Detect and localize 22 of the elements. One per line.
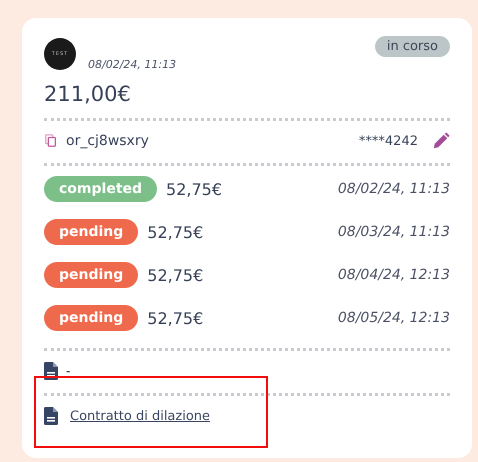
installment-date: 08/02/24, 11:13 xyxy=(338,181,450,197)
order-date: 08/02/24, 11:13 xyxy=(88,58,176,71)
contract-link[interactable]: Contratto di dilazione xyxy=(70,408,210,424)
status-badge: pending xyxy=(44,219,138,245)
document-icon xyxy=(44,407,58,425)
edit-icon[interactable] xyxy=(432,132,450,150)
installment-amount: 52,75€ xyxy=(166,180,222,198)
installment-amount: 52,75€ xyxy=(147,308,204,328)
copy-icon[interactable] xyxy=(44,134,58,148)
status-badge: pending xyxy=(44,262,138,288)
document-label: - xyxy=(66,364,70,378)
card-number: ****4242 xyxy=(358,134,418,148)
installment-date: 08/05/24, 12:13 xyxy=(338,310,450,326)
installment-date: 08/04/24, 12:13 xyxy=(338,267,450,283)
installment-amount: 52,75€ xyxy=(147,266,204,284)
status-badge: in corso xyxy=(374,36,450,57)
installment-amount: 52,75€ xyxy=(147,222,204,242)
status-badge: completed xyxy=(44,176,158,202)
order-id: or_cj8wsxry xyxy=(66,133,149,149)
total-amount: 211,00€ xyxy=(44,82,132,106)
status-badge: pending xyxy=(44,305,138,331)
installment-date: 08/03/24, 11:13 xyxy=(338,224,450,240)
